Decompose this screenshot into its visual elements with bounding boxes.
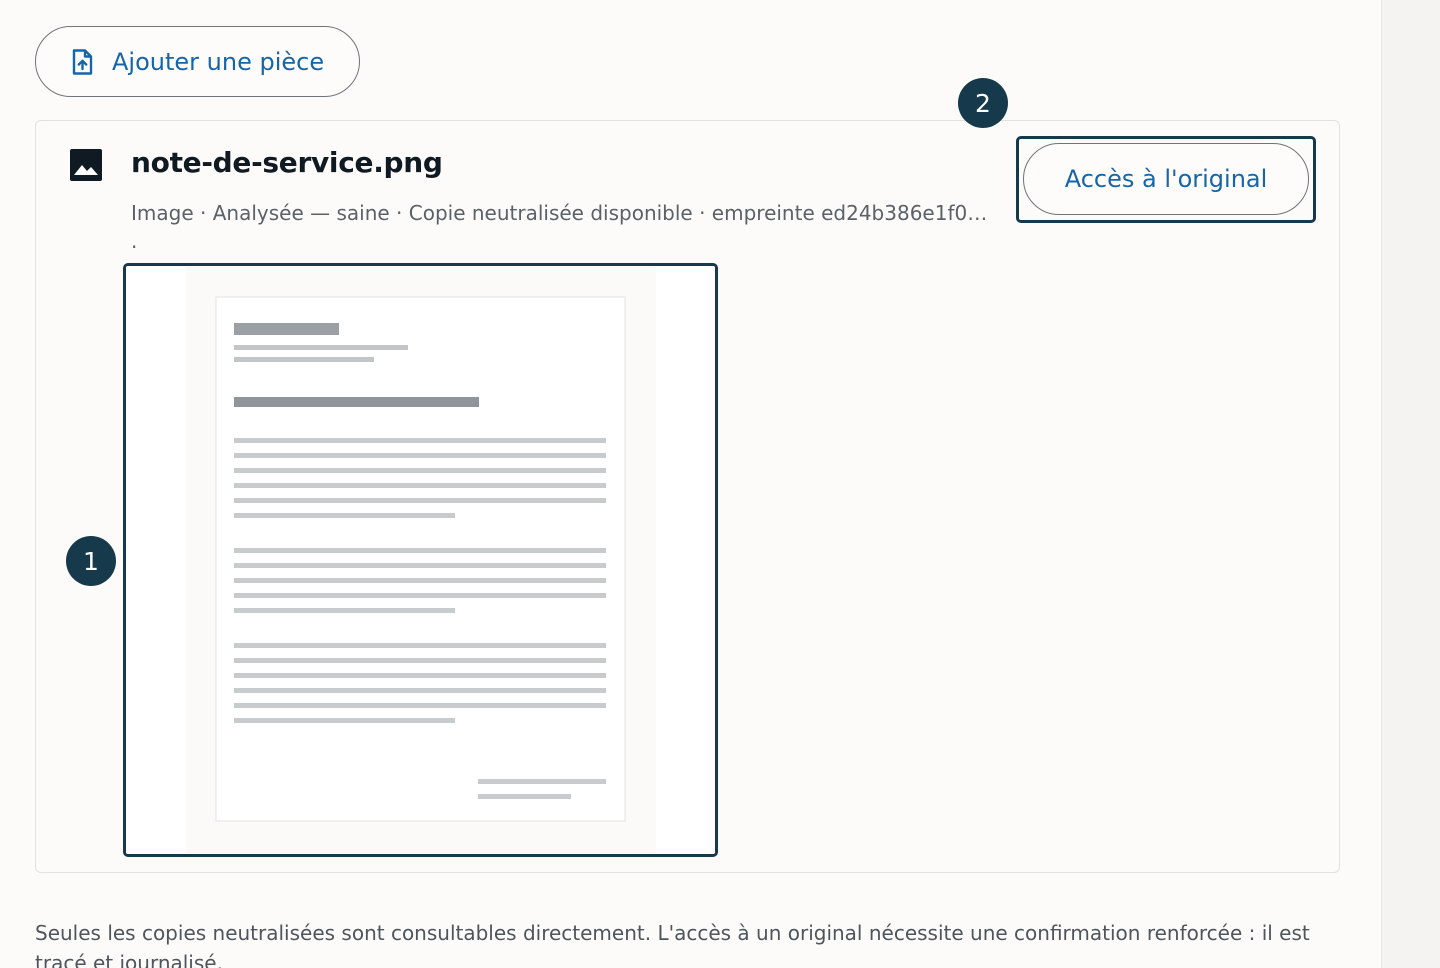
access-notice: Seules les copies neutralisées sont cons… [35,921,1310,968]
attachments-page: Ajouter une pièce 2 note-de-service.png … [0,0,1440,968]
image-icon [69,148,103,182]
right-rail [1381,0,1440,968]
attachment-file-name: note-de-service.png [131,146,443,179]
attachment-meta-line: Image · Analysée — saine · Copie neutral… [131,201,988,259]
access-original-button[interactable]: Accès à l'original [1023,143,1309,215]
access-original-label: Accès à l'original [1064,165,1268,193]
step-badge-2: 2 [958,78,1008,128]
neutralized-copy-preview[interactable] [123,263,718,857]
add-attachment-label: Ajouter une pièce [112,47,325,76]
step-badge-1: 1 [66,536,116,586]
add-attachment-button[interactable]: Ajouter une pièce [35,26,360,97]
file-upload-icon [68,48,96,76]
document-thumbnail [126,266,715,854]
